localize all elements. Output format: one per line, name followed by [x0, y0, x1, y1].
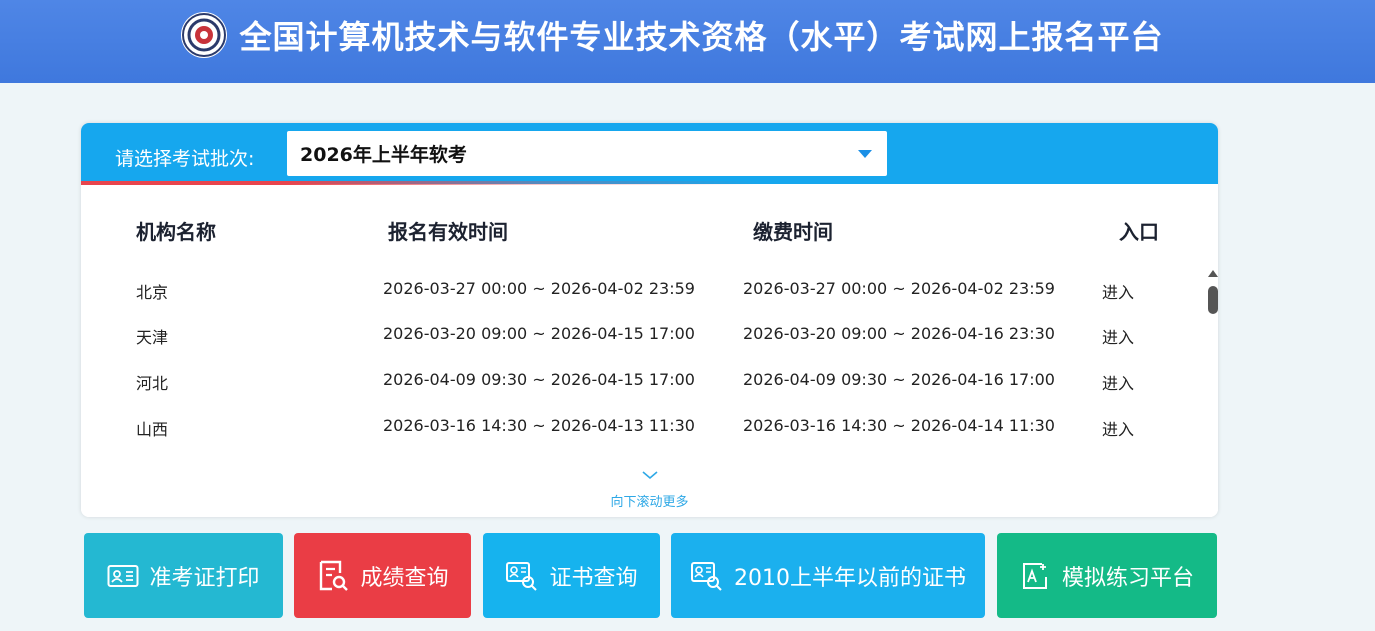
table-row: 天津 2026-03-20 09:00 ~ 2026-04-15 17:00 2… [81, 318, 1206, 364]
reg-time: 2026-03-20 09:00 ~ 2026-04-15 17:00 [383, 324, 695, 343]
scroll-up-arrow-icon[interactable] [1208, 270, 1218, 277]
score-query-label: 成绩查询 [360, 565, 449, 591]
org-name: 天津 [136, 328, 169, 347]
pre-2010-certificate-label: 2010上半年以前的证书 [734, 565, 966, 591]
site-title: 全国计算机技术与软件专业技术资格（水平）考试网上报名平台 [239, 17, 1164, 56]
org-name: 北京 [136, 283, 169, 302]
site-header: 全国计算机技术与软件专业技术资格（水平）考试网上报名平台 [0, 0, 1375, 83]
scrollbar-thumb[interactable] [1208, 286, 1218, 314]
reg-time: 2026-04-09 09:30 ~ 2026-04-15 17:00 [383, 370, 695, 389]
certificate-search-icon [690, 561, 724, 591]
chevron-down-icon [641, 471, 658, 480]
certificate-query-label: 证书查询 [549, 565, 638, 591]
table-row: 山西 2026-03-16 14:30 ~ 2026-04-13 11:30 2… [81, 410, 1206, 456]
pay-time: 2026-03-27 00:00 ~ 2026-04-02 23:59 [743, 279, 1055, 298]
pay-time: 2026-04-09 09:30 ~ 2026-04-16 17:00 [743, 370, 1055, 389]
certificate-query-button[interactable]: 证书查询 [483, 533, 660, 618]
score-query-button[interactable]: 成绩查询 [294, 533, 471, 618]
pre-2010-certificate-button[interactable]: 2010上半年以前的证书 [671, 533, 985, 618]
enter-link[interactable]: 进入 [1102, 370, 1134, 394]
enter-link[interactable]: 进入 [1102, 416, 1134, 440]
batch-selector-bar: 请选择考试批次: 2026年上半年软考 [81, 123, 1218, 185]
table-row: 北京 2026-03-27 00:00 ~ 2026-04-02 23:59 2… [81, 273, 1206, 319]
reg-time: 2026-03-16 14:30 ~ 2026-04-13 11:30 [383, 416, 695, 435]
scroll-more-hint[interactable]: 向下滚动更多 [81, 468, 1218, 510]
mock-practice-button[interactable]: 模拟练习平台 [997, 533, 1217, 618]
org-table-body[interactable]: 北京 2026-03-27 00:00 ~ 2026-04-02 23:59 2… [81, 273, 1206, 463]
admission-ticket-label: 准考证打印 [149, 565, 260, 591]
certificate-search-icon [505, 561, 539, 591]
chevron-down-icon [858, 150, 872, 158]
header-accent-line [81, 181, 1218, 185]
id-card-icon [107, 564, 139, 588]
scroll-more-label: 向下滚动更多 [610, 495, 689, 510]
practice-edit-icon [1020, 561, 1052, 591]
table-scrollbar[interactable] [1208, 270, 1218, 470]
enter-link[interactable]: 进入 [1102, 324, 1134, 348]
pay-time: 2026-03-16 14:30 ~ 2026-04-14 11:30 [743, 416, 1055, 435]
batch-select-dropdown[interactable]: 2026年上半年软考 [287, 131, 887, 176]
admission-ticket-print-button[interactable]: 准考证打印 [84, 533, 283, 618]
column-org-name: 机构名称 [136, 220, 216, 244]
batch-label: 请选择考试批次: [115, 148, 255, 170]
pay-time: 2026-03-20 09:00 ~ 2026-04-16 23:30 [743, 324, 1055, 343]
reg-time: 2026-03-27 00:00 ~ 2026-04-02 23:59 [383, 279, 695, 298]
org-name: 河北 [136, 374, 169, 393]
table-row: 河北 2026-04-09 09:30 ~ 2026-04-15 17:00 2… [81, 364, 1206, 410]
document-search-icon [316, 559, 350, 593]
column-entry: 入口 [1119, 220, 1159, 244]
column-pay-time: 缴费时间 [753, 220, 833, 244]
mock-practice-label: 模拟练习平台 [1061, 565, 1194, 591]
registration-panel: 请选择考试批次: 2026年上半年软考 机构名称 报名有效时间 缴费时间 入口 … [81, 123, 1218, 517]
enter-link[interactable]: 进入 [1102, 279, 1134, 303]
column-reg-time: 报名有效时间 [388, 220, 508, 244]
org-name: 山西 [136, 420, 169, 439]
exam-emblem-icon [181, 11, 228, 58]
batch-selected-value: 2026年上半年软考 [300, 144, 467, 166]
